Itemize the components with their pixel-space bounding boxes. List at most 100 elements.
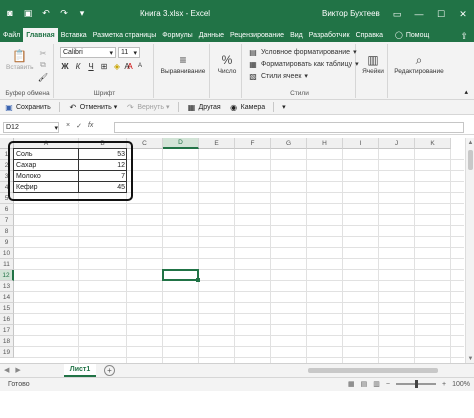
camera-button[interactable]: ◉ Камера: [229, 102, 265, 112]
scroll-thumb[interactable]: [468, 150, 473, 170]
vertical-scrollbar[interactable]: ▲ ▼: [465, 138, 474, 363]
undo-button[interactable]: ↶ Отменить ▾: [68, 102, 117, 112]
redo-icon[interactable]: ↷: [58, 7, 70, 19]
next-sheet-icon[interactable]: ▶: [15, 366, 20, 374]
collapse-ribbon-icon[interactable]: ▴: [464, 88, 468, 96]
tab-formulas[interactable]: Формулы: [159, 28, 195, 42]
alignment-button[interactable]: ≡ Выравнивание: [158, 52, 208, 75]
row-header-8[interactable]: 8: [0, 226, 14, 237]
row-header-16[interactable]: 16: [0, 314, 14, 325]
tell-me-search[interactable]: ◯ Помощ: [392, 28, 432, 42]
conditional-formatting-button[interactable]: ▤ Условное форматирование ▾: [248, 47, 356, 57]
close-icon[interactable]: ✕: [452, 0, 474, 28]
normal-view-icon[interactable]: ▦: [348, 380, 355, 388]
font-name-select[interactable]: Calibri ▾: [60, 47, 116, 58]
column-header-f[interactable]: F: [235, 138, 271, 149]
page-layout-icon[interactable]: ▤: [361, 380, 368, 388]
decrease-font-icon[interactable]: A: [135, 61, 145, 71]
zoom-in-icon[interactable]: +: [442, 381, 446, 388]
tab-review[interactable]: Рецензирование: [227, 28, 287, 42]
row-header-17[interactable]: 17: [0, 325, 14, 336]
italic-icon[interactable]: К: [73, 61, 83, 71]
row-header-14[interactable]: 14: [0, 292, 14, 303]
tab-file[interactable]: Файл: [0, 28, 23, 42]
zoom-slider[interactable]: [396, 380, 436, 388]
spreadsheet-grid[interactable]: ABCDEFGHIJK 1 2 3 4 5 6 7 8 9 10 11 12 13 14 15 16 17 18 1…: [0, 138, 474, 363]
name-box[interactable]: D12 ▾: [3, 122, 59, 133]
tab-page-layout[interactable]: Разметка страницы: [90, 28, 160, 42]
active-cell[interactable]: [162, 269, 200, 282]
column-header-i[interactable]: I: [343, 138, 379, 149]
row-header-6[interactable]: 6: [0, 204, 14, 215]
formula-input[interactable]: [114, 122, 464, 133]
enter-icon[interactable]: ✓: [76, 122, 82, 130]
save-icon[interactable]: ▣: [22, 7, 34, 19]
sheet-tab-1[interactable]: Лист1: [64, 364, 96, 377]
tab-view[interactable]: Вид: [287, 28, 306, 42]
zoom-out-icon[interactable]: −: [386, 381, 390, 388]
page-break-icon[interactable]: ▥: [373, 380, 380, 388]
font-size-row: A A: [122, 61, 145, 71]
cell-area[interactable]: Соль 53 Сахар 12 Молоко 7 Кефир 45: [8, 141, 464, 363]
row-header-10[interactable]: 10: [0, 248, 14, 259]
borders-icon[interactable]: ⊞: [99, 61, 109, 71]
save-button[interactable]: ▣ Сохранить: [4, 102, 51, 112]
row-header-12[interactable]: 12: [0, 270, 14, 281]
row-header-11[interactable]: 11: [0, 259, 14, 270]
customize-icon[interactable]: ▾: [282, 103, 286, 111]
other-button[interactable]: ▦ Другая: [187, 102, 221, 112]
tab-help[interactable]: Справка: [353, 28, 386, 42]
undo-icon[interactable]: ↶: [40, 7, 52, 19]
underline-icon[interactable]: Ч: [86, 61, 96, 71]
cut-icon[interactable]: ✂: [38, 48, 48, 58]
tab-insert[interactable]: Вставка: [58, 28, 90, 42]
horizontal-scrollbar[interactable]: [300, 367, 465, 375]
conditional-label: Условное форматирование: [261, 48, 351, 56]
column-header-k[interactable]: K: [415, 138, 451, 149]
fill-color-icon[interactable]: ◈: [112, 61, 122, 71]
hscroll-thumb[interactable]: [308, 368, 438, 373]
column-header-e[interactable]: E: [199, 138, 235, 149]
row-header-9[interactable]: 9: [0, 237, 14, 248]
autosave-icon[interactable]: ◙: [4, 7, 16, 19]
cell-styles-button[interactable]: ▧ Стили ячеек ▾: [248, 71, 308, 81]
share-icon[interactable]: ⇪: [460, 31, 468, 42]
user-name[interactable]: Виктор Бухтеев: [322, 9, 380, 18]
row-header-19[interactable]: 19: [0, 347, 14, 358]
paste-button[interactable]: 📋 Вставить: [6, 48, 34, 71]
number-format-button[interactable]: % Число: [214, 52, 240, 75]
row-header-7[interactable]: 7: [0, 215, 14, 226]
tab-home[interactable]: Главная: [23, 28, 58, 42]
row-header-15[interactable]: 15: [0, 303, 14, 314]
customize-qat-icon[interactable]: ▾: [76, 7, 88, 19]
chevron-down-icon: ▾: [304, 73, 308, 80]
scroll-up-icon[interactable]: ▲: [466, 138, 474, 147]
column-header-d[interactable]: D: [163, 138, 199, 149]
ribbon-display-icon[interactable]: ▭: [386, 0, 408, 28]
format-painter-icon[interactable]: 🖌: [38, 72, 48, 82]
column-header-j[interactable]: J: [379, 138, 415, 149]
format-as-table-button[interactable]: ▦ Форматировать как таблицу ▾: [248, 59, 358, 69]
row-header-13[interactable]: 13: [0, 281, 14, 292]
minimize-icon[interactable]: —: [408, 0, 430, 28]
column-header-h[interactable]: H: [307, 138, 343, 149]
cancel-icon[interactable]: ×: [66, 122, 70, 130]
redo-button[interactable]: ↷ Вернуть ▾: [125, 102, 170, 112]
increase-font-icon[interactable]: A: [122, 61, 132, 71]
font-size-select[interactable]: 11 ▾: [118, 47, 140, 58]
zoom-level[interactable]: 100%: [452, 381, 470, 388]
scroll-down-icon[interactable]: ▼: [466, 354, 474, 363]
editing-button[interactable]: ⌕ Редактирование: [392, 52, 446, 76]
add-sheet-button[interactable]: +: [104, 365, 115, 376]
tab-data[interactable]: Данные: [196, 28, 227, 42]
column-header-g[interactable]: G: [271, 138, 307, 149]
maximize-icon[interactable]: ☐: [430, 0, 452, 28]
row-header-18[interactable]: 18: [0, 336, 14, 347]
window-title: Книга 3.xlsx - Excel: [140, 9, 211, 18]
tab-developer[interactable]: Разработчик: [306, 28, 353, 42]
copy-icon[interactable]: ⧉: [38, 60, 48, 70]
bold-icon[interactable]: Ж: [60, 61, 70, 71]
fx-icon[interactable]: fx: [88, 122, 93, 130]
prev-sheet-icon[interactable]: ◀: [4, 366, 9, 374]
cells-button[interactable]: ▥ Ячейки: [360, 52, 386, 75]
